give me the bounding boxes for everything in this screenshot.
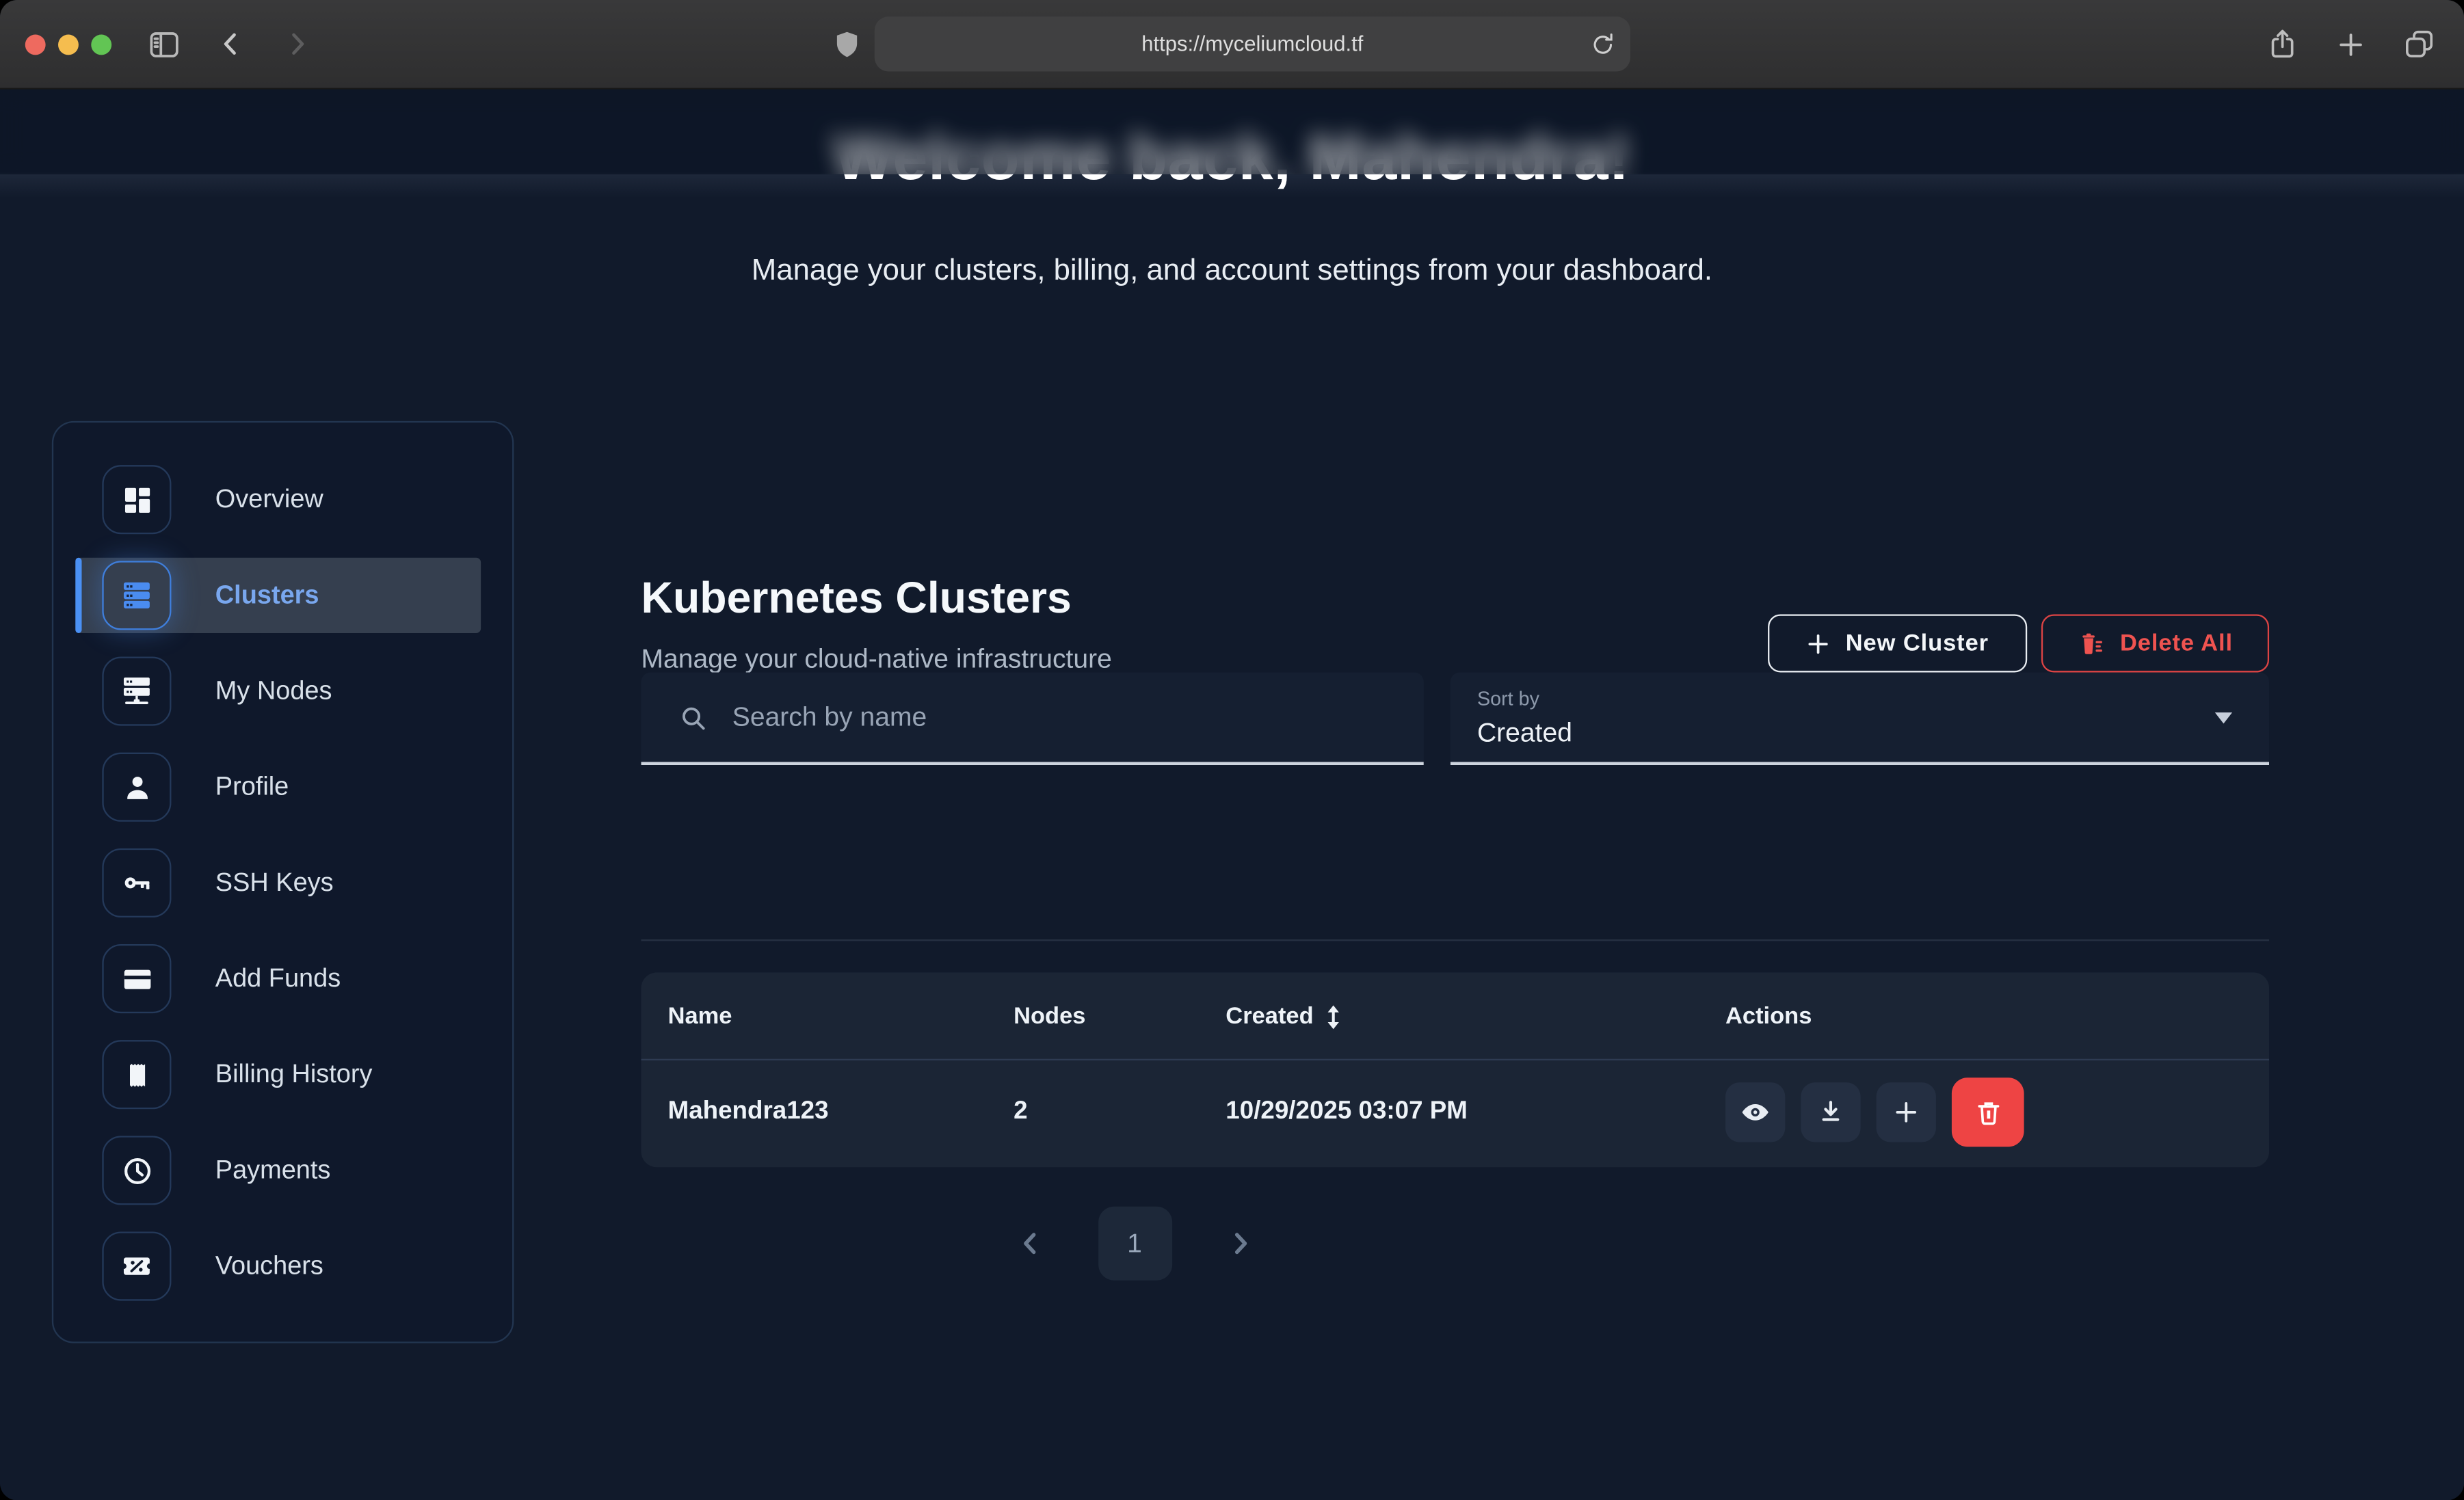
page-number-button[interactable]: 1 [1098,1207,1171,1281]
close-window-button[interactable] [25,34,46,54]
sidebar: Overview Clusters [52,421,514,1343]
sidebar-toggle-button[interactable] [146,26,183,62]
row-actions [1725,1077,2024,1147]
reload-button[interactable] [1589,31,1616,57]
new-tab-button[interactable] [2335,27,2367,60]
share-button[interactable] [2266,27,2299,60]
sidebar-item-my-nodes[interactable]: My Nodes [75,654,481,729]
sidebar-item-label: My Nodes [215,676,332,706]
share-icon [2266,27,2299,60]
sidebar-item-label: Billing History [215,1060,373,1090]
section-divider [641,939,2270,941]
plus-icon [1892,1098,1920,1126]
table-row: Mahendra123 2 10/29/2025 03:07 PM [641,1060,2270,1166]
column-header-name: Name [668,1003,732,1030]
dashboard-icon [102,465,171,534]
page-subtitle: Manage your clusters, billing, and accou… [0,254,2464,289]
search-icon [677,701,708,733]
cell-node-count: 2 [1014,1098,1027,1126]
cell-created-date: 10/29/2025 03:07 PM [1226,1098,1468,1126]
pagination: 1 [0,1207,2269,1281]
sort-select[interactable]: Sort by Created [1450,672,2269,765]
download-icon [1816,1098,1844,1126]
chevron-right-icon [1225,1229,1255,1259]
wallet-icon [102,944,171,1013]
sticky-header-overlay [0,90,2464,174]
url-field[interactable]: https://myceliumcloud.tf [875,16,1630,71]
sort-arrows-icon [1325,1004,1342,1029]
reload-icon [1589,31,1616,57]
browser-toolbar: https://myceliumcloud.tf [0,0,2464,90]
clusters-table: Name Nodes Created Actions Mahendra123 2… [641,972,2270,1167]
section-subtitle: Manage your cloud-native infrastructure [641,644,1112,675]
table-header-row: Name Nodes Created Actions [641,972,2270,1060]
eye-icon [1740,1097,1771,1128]
sidebar-item-overview[interactable]: Overview [75,462,481,537]
chevron-left-icon [1014,1229,1044,1259]
plus-icon [1806,631,1831,656]
download-kubeconfig-button[interactable] [1801,1082,1860,1142]
zoom-window-button[interactable] [91,34,111,54]
column-header-nodes: Nodes [1014,1003,1085,1030]
new-cluster-button[interactable]: New Cluster [1768,614,2027,672]
sidebar-item-label: Payments [215,1155,331,1186]
sidebar-item-profile[interactable]: Profile [75,749,481,825]
delete-all-label: Delete All [2120,630,2233,656]
chevron-left-icon [215,28,247,59]
clock-icon [102,1136,171,1205]
window-controls [25,34,111,54]
plus-icon [2335,28,2367,59]
sidebar-item-clusters[interactable]: Clusters [75,558,481,633]
sidebar-item-label: Overview [215,485,323,515]
column-header-actions: Actions [1725,1003,1812,1030]
trash-icon [1973,1097,2003,1127]
sort-by-label: Sort by [1477,688,1539,710]
key-icon [102,848,171,918]
new-cluster-label: New Cluster [1846,630,1989,656]
page-content: Welcome back, Mahendra! Welcome back, Ma… [0,90,2464,1500]
sidebar-item-label: SSH Keys [215,868,334,898]
browser-window: https://myceliumcloud.tf [0,0,2464,1500]
sidebar-item-label: Clusters [215,580,319,611]
previous-page-button[interactable] [1014,1229,1044,1259]
back-button[interactable] [215,28,247,59]
sidebar-item-billing-history[interactable]: Billing History [75,1037,481,1112]
delete-all-button[interactable]: Delete All [2041,614,2269,672]
cell-cluster-name: Mahendra123 [668,1098,829,1126]
screen: https://myceliumcloud.tf [0,0,2464,1500]
forward-button[interactable] [281,28,313,59]
chevron-down-icon [2212,710,2234,726]
nodes-icon [102,656,171,725]
sort-value: Created [1477,718,1572,749]
section-title: Kubernetes Clusters [641,574,1072,624]
sidebar-toggle-icon [146,26,183,62]
address-bar-group: https://myceliumcloud.tf [834,16,1630,71]
tab-overview-button[interactable] [2402,27,2435,60]
receipt-icon [102,1040,171,1109]
column-header-created[interactable]: Created [1226,1003,1342,1030]
sidebar-item-label: Add Funds [215,964,341,994]
view-cluster-button[interactable] [1725,1082,1785,1142]
person-icon [102,753,171,822]
add-node-button[interactable] [1877,1082,1936,1142]
minimize-window-button[interactable] [58,34,79,54]
server-stack-icon [102,561,171,630]
delete-sweep-icon [2078,629,2106,657]
delete-cluster-button[interactable] [1952,1077,2024,1147]
sidebar-item-add-funds[interactable]: Add Funds [75,941,481,1016]
cluster-actions: New Cluster Delete All [1768,614,2269,672]
sidebar-item-ssh-keys[interactable]: SSH Keys [75,845,481,920]
sidebar-item-label: Profile [215,772,289,802]
chevron-right-icon [281,28,313,59]
sidebar-item-payments[interactable]: Payments [75,1133,481,1208]
url-text: https://myceliumcloud.tf [1141,32,1363,55]
tabs-icon [2402,27,2435,60]
search-input[interactable] [729,700,1326,735]
privacy-shield-icon[interactable] [834,28,860,59]
toolbar-right-icons [2266,27,2435,60]
search-field [641,672,1424,765]
next-page-button[interactable] [1225,1229,1255,1259]
